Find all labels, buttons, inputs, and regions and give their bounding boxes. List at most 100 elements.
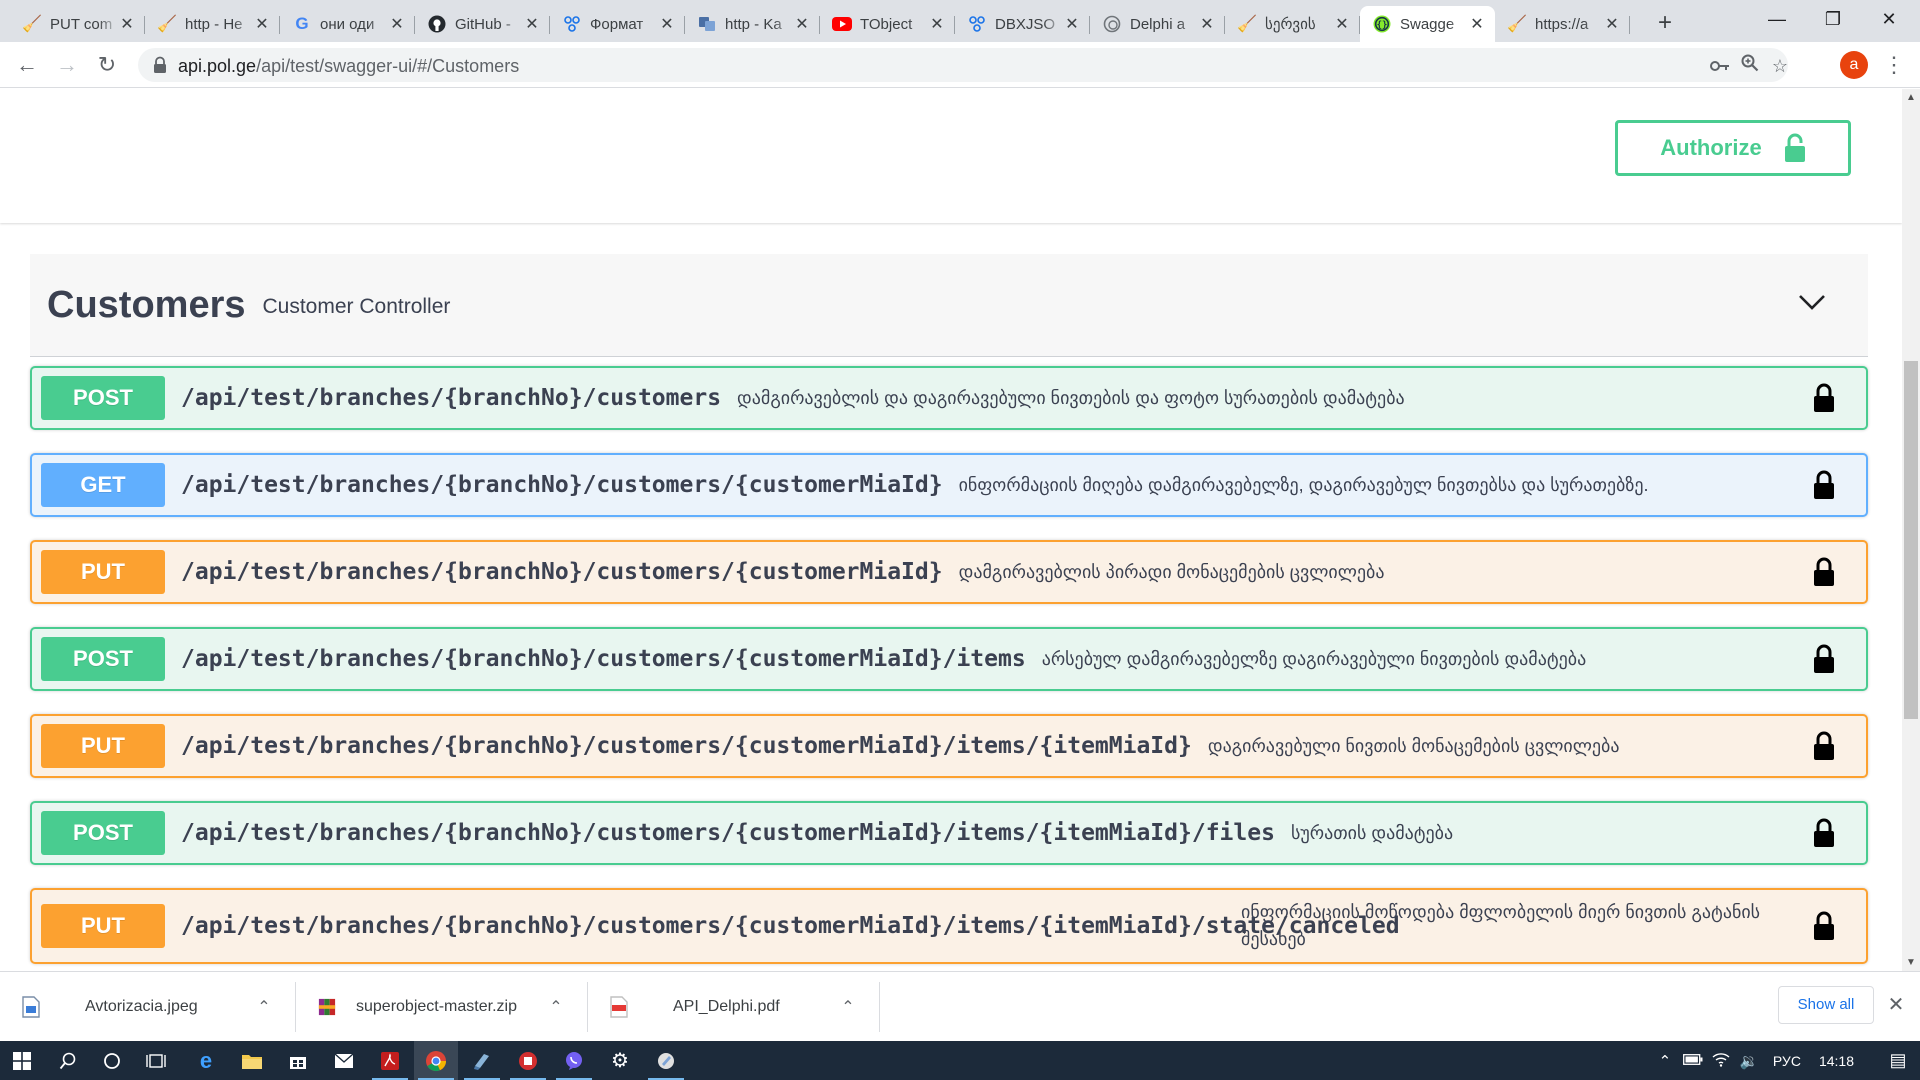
key-icon[interactable] [1708,54,1732,78]
search-icon[interactable] [46,1041,90,1080]
lock-icon[interactable] [1812,556,1836,588]
chevron-up-icon[interactable]: ⌃ [249,997,279,1017]
store-icon[interactable] [276,1041,320,1080]
tab-servis[interactable]: 🧹 სერვის ✕ [1225,6,1360,42]
task-view-icon[interactable] [134,1041,178,1080]
chrome-icon[interactable] [414,1041,458,1080]
close-icon[interactable]: ✕ [1334,14,1350,34]
reload-icon[interactable]: ↻ [92,50,122,80]
method-badge: GET [41,463,165,507]
windows-start-icon[interactable] [0,1041,44,1080]
tool-icon[interactable] [644,1041,688,1080]
close-icon[interactable]: ✕ [659,14,675,34]
close-icon[interactable]: ✕ [1199,14,1215,34]
close-icon[interactable]: ✕ [524,14,540,34]
operation-put-canceled[interactable]: PUT /api/test/branches/{branchNo}/custom… [30,888,1868,964]
menu-icon[interactable]: ⋮ [1882,50,1906,80]
operation-put-item[interactable]: PUT /api/test/branches/{branchNo}/custom… [30,714,1868,778]
acrobat-icon[interactable] [368,1041,412,1080]
mail-icon[interactable] [322,1041,366,1080]
battery-icon[interactable] [1679,1052,1707,1069]
close-icon[interactable]: ✕ [794,14,810,34]
tab-dbxjson[interactable]: DBXJSO ✕ [955,6,1090,42]
clock[interactable]: 14:18 [1819,1053,1854,1069]
bookmark-star-icon[interactable]: ☆ [1768,54,1792,78]
close-icon[interactable]: ✕ [389,14,405,34]
lock-icon[interactable] [1812,469,1836,501]
close-icon[interactable]: ✕ [254,14,270,34]
app-icon[interactable] [506,1041,550,1080]
window-close-icon[interactable]: ✕ [1866,0,1912,40]
lock-icon[interactable] [1812,643,1836,675]
system-tray: ⌃ 🔉 РУС 14:18 ▤ [1651,1041,1920,1080]
url-text[interactable]: api.pol.ge/api/test/swagger-ui/#/Custome… [178,56,519,77]
tab-put-com[interactable]: 🧹 PUT com ✕ [10,6,145,42]
page-scrollbar[interactable]: ▲ ▼ [1902,89,1920,971]
operation-summary: დამგირავებლის და დაგირავებული ნივთების დ… [737,387,1405,408]
scroll-down-icon[interactable]: ▼ [1902,954,1920,971]
lock-icon[interactable] [1812,910,1836,942]
download-shelf: Avtorizacia.jpeg ⌃ superobject-master.zi… [0,971,1920,1041]
restore-icon[interactable]: ❐ [1810,0,1856,40]
close-icon[interactable]: ✕ [119,14,135,34]
download-filename: Avtorizacia.jpeg [85,998,198,1015]
close-icon[interactable]: ✕ [1064,14,1080,34]
close-icon[interactable]: ✕ [929,14,945,34]
download-item[interactable]: superobject-master.zip ⌃ [296,982,588,1032]
method-badge: PUT [41,550,165,594]
download-item[interactable]: Avtorizacia.jpeg ⌃ [0,982,296,1032]
address-bar[interactable]: api.pol.ge/api/test/swagger-ui/#/Custome… [138,48,1788,82]
tag-header[interactable]: Customers Customer Controller [30,254,1868,357]
close-icon[interactable]: ✕ [1604,14,1620,34]
lock-icon[interactable] [1812,817,1836,849]
show-all-button[interactable]: Show all [1778,986,1874,1024]
cortana-icon[interactable] [90,1041,134,1080]
tab-google[interactable]: G они оди ✕ [280,6,415,42]
tab-http-he[interactable]: 🧹 http - He ✕ [145,6,280,42]
chevron-up-icon[interactable]: ⌃ [541,997,571,1017]
tab-https-a[interactable]: 🧹 https://a ✕ [1495,6,1630,42]
file-explorer-icon[interactable] [230,1041,274,1080]
dots-icon [967,14,987,34]
tab-strip: 🧹 PUT com ✕ 🧹 http - He ✕ G они оди ✕ Gi… [0,0,1920,42]
operation-post-customers[interactable]: POST /api/test/branches/{branchNo}/custo… [30,366,1868,430]
delphi-ide-icon[interactable] [460,1041,504,1080]
volume-icon[interactable]: 🔉 [1735,1052,1763,1070]
operation-post-files[interactable]: POST /api/test/branches/{branchNo}/custo… [30,801,1868,865]
avatar[interactable]: a [1840,51,1868,79]
notification-icon[interactable]: ▤ [1876,1050,1920,1071]
settings-gear-icon[interactable]: ⚙ [598,1041,642,1080]
lock-icon[interactable] [1812,382,1836,414]
tab-title: они оди [320,15,375,33]
wifi-icon[interactable] [1707,1051,1735,1071]
scroll-up-icon[interactable]: ▲ [1902,89,1920,106]
tab-github[interactable]: GitHub - ✕ [415,6,550,42]
lock-icon[interactable] [1812,730,1836,762]
operation-path: /api/test/branches/{branchNo}/customers/… [181,820,1275,846]
operation-post-items[interactable]: POST /api/test/branches/{branchNo}/custo… [30,627,1868,691]
chevron-down-icon[interactable] [1796,290,1828,314]
tab-format[interactable]: Формат ✕ [550,6,685,42]
back-icon[interactable]: ← [12,50,42,80]
tab-swagger[interactable]: {} Swagge ✕ [1360,6,1495,42]
authorize-button[interactable]: Authorize [1615,120,1851,176]
operation-get-customer[interactable]: GET /api/test/branches/{branchNo}/custom… [30,453,1868,517]
tab-delphi[interactable]: Delphi a ✕ [1090,6,1225,42]
download-item[interactable]: API_Delphi.pdf ⌃ [588,982,880,1032]
new-tab-button[interactable]: + [1650,8,1680,38]
tab-title: Формат [590,15,644,33]
scroll-thumb[interactable] [1904,361,1918,719]
viber-icon[interactable] [552,1041,596,1080]
forward-icon[interactable]: → [52,50,82,80]
chevron-up-icon[interactable]: ⌃ [1651,1052,1679,1070]
zoom-icon[interactable] [1738,54,1762,78]
close-icon[interactable]: ✕ [1882,990,1910,1020]
operation-put-customer[interactable]: PUT /api/test/branches/{branchNo}/custom… [30,540,1868,604]
tab-tobject[interactable]: TObject ✕ [820,6,955,42]
tab-http-ka[interactable]: http - Ka ✕ [685,6,820,42]
chevron-up-icon[interactable]: ⌃ [833,997,863,1017]
edge-icon[interactable]: e [184,1041,228,1080]
close-icon[interactable]: ✕ [1469,14,1485,34]
minimize-icon[interactable]: — [1754,0,1800,40]
input-language[interactable]: РУС [1773,1053,1801,1069]
